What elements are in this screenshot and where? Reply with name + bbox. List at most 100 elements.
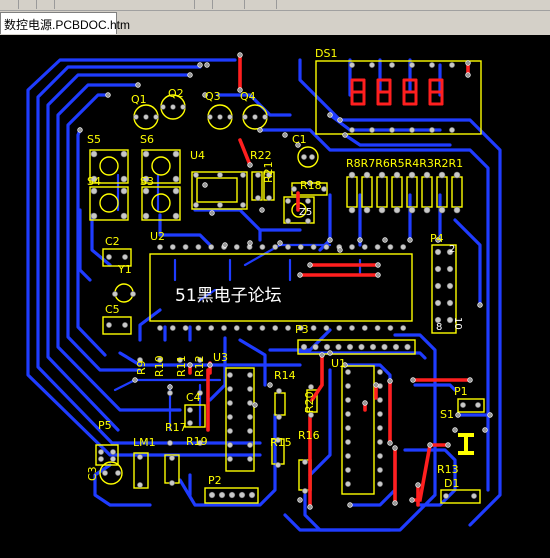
via <box>105 92 111 98</box>
ds1-pin <box>349 127 355 133</box>
label-r20: R20 <box>303 391 316 413</box>
pad <box>301 154 307 160</box>
resistor-array-r1-r8 <box>346 176 463 208</box>
document-tab-label: 数控电源.PCBDOC.htm <box>4 18 131 32</box>
label-u2: U2 <box>150 230 165 243</box>
u3-pin <box>227 456 233 462</box>
switch-pin <box>172 175 180 183</box>
toolbar-button[interactable] <box>22 0 37 9</box>
ds1-pin <box>349 62 355 68</box>
ds1-pin <box>429 62 435 68</box>
via <box>202 182 208 188</box>
u2-pin <box>208 325 215 331</box>
pin-label-p4-10: 10 <box>452 317 463 330</box>
switch-pin <box>90 150 98 158</box>
via <box>297 497 303 503</box>
document-tab[interactable]: 数控电源.PCBDOC.htm <box>0 12 130 34</box>
resistor-pad <box>438 171 446 179</box>
label-r19: R19 <box>186 435 208 448</box>
ds1-pin <box>389 62 395 68</box>
via <box>327 112 333 118</box>
pcb-board-view[interactable]: .bt { fill: none; stroke: #1f3cff; strok… <box>0 35 550 558</box>
resistor-pad <box>423 171 431 179</box>
u1-pin <box>345 383 351 389</box>
transistor-pin <box>160 104 166 110</box>
label-s1: S1 <box>440 408 454 421</box>
resistor-pad <box>453 171 461 179</box>
label-q1: Q1 <box>131 93 147 106</box>
ds1-pin <box>389 127 395 133</box>
u3-pin <box>227 414 233 420</box>
via <box>307 262 313 268</box>
u2-pin <box>310 325 317 331</box>
label-r-array: R8R7R6R5R4R3R2R1 <box>346 157 463 170</box>
ds1-pin <box>449 62 455 68</box>
pad <box>167 390 173 396</box>
via <box>257 127 263 133</box>
s1-switch-symbol <box>458 433 474 455</box>
label-r21: R21 <box>262 161 275 183</box>
resistor-pad <box>348 171 356 179</box>
via <box>222 242 228 248</box>
toolbar-button[interactable] <box>180 0 195 9</box>
label-c4: C4 <box>186 391 201 404</box>
via <box>452 427 458 433</box>
toolbar-button[interactable] <box>40 0 55 9</box>
p3-pin <box>358 343 365 351</box>
switch-pin <box>120 187 128 195</box>
u2-pin <box>182 325 189 331</box>
via <box>455 412 461 418</box>
label-c3: C3 <box>86 466 99 481</box>
via <box>392 500 398 506</box>
resistor-pad <box>438 206 446 214</box>
u1-pin <box>377 481 383 487</box>
pad <box>443 493 449 499</box>
switch-pin <box>172 150 180 158</box>
pad <box>167 440 173 446</box>
pad <box>106 254 112 260</box>
resistor-pad <box>348 206 356 214</box>
p2-pin <box>228 491 236 499</box>
p3-pin <box>312 343 319 351</box>
u4-pin <box>240 172 246 178</box>
via <box>427 442 433 448</box>
via <box>209 210 215 216</box>
via <box>410 377 416 383</box>
u1-pin <box>377 467 383 473</box>
pin-label-p4-2: 2 <box>449 244 455 255</box>
u3-pin <box>227 386 233 392</box>
resistor-body <box>346 176 358 208</box>
ds1-pin <box>369 127 375 133</box>
label-p1: P1 <box>454 385 468 398</box>
label-r10: R10 <box>153 355 166 377</box>
resistor-body <box>391 176 403 208</box>
via <box>247 162 253 168</box>
toolbar-button[interactable] <box>4 0 19 9</box>
pad <box>321 186 327 192</box>
label-q3: Q3 <box>205 90 221 103</box>
u4-inner <box>196 177 238 203</box>
switch-pin <box>90 187 98 195</box>
pad <box>137 482 143 488</box>
switch-pin <box>142 150 150 158</box>
resistor-pad <box>408 171 416 179</box>
via <box>77 127 83 133</box>
u2-pin <box>221 325 227 331</box>
toolbar-button[interactable] <box>198 0 213 9</box>
label-u3: U3 <box>213 351 228 364</box>
u2-pin <box>157 244 163 250</box>
toolbar-button[interactable] <box>230 0 245 9</box>
switch-pin <box>142 187 150 195</box>
transistor-pin <box>207 114 213 120</box>
u3-pin <box>247 456 253 462</box>
u1-pin <box>345 467 351 473</box>
via <box>477 302 483 308</box>
toolbar-button[interactable] <box>262 0 277 9</box>
via <box>267 382 273 388</box>
ds1-pin <box>409 62 415 68</box>
via <box>373 382 379 388</box>
pad <box>255 195 261 201</box>
via <box>375 262 381 268</box>
p4-pin <box>446 299 454 307</box>
pad <box>275 462 281 468</box>
